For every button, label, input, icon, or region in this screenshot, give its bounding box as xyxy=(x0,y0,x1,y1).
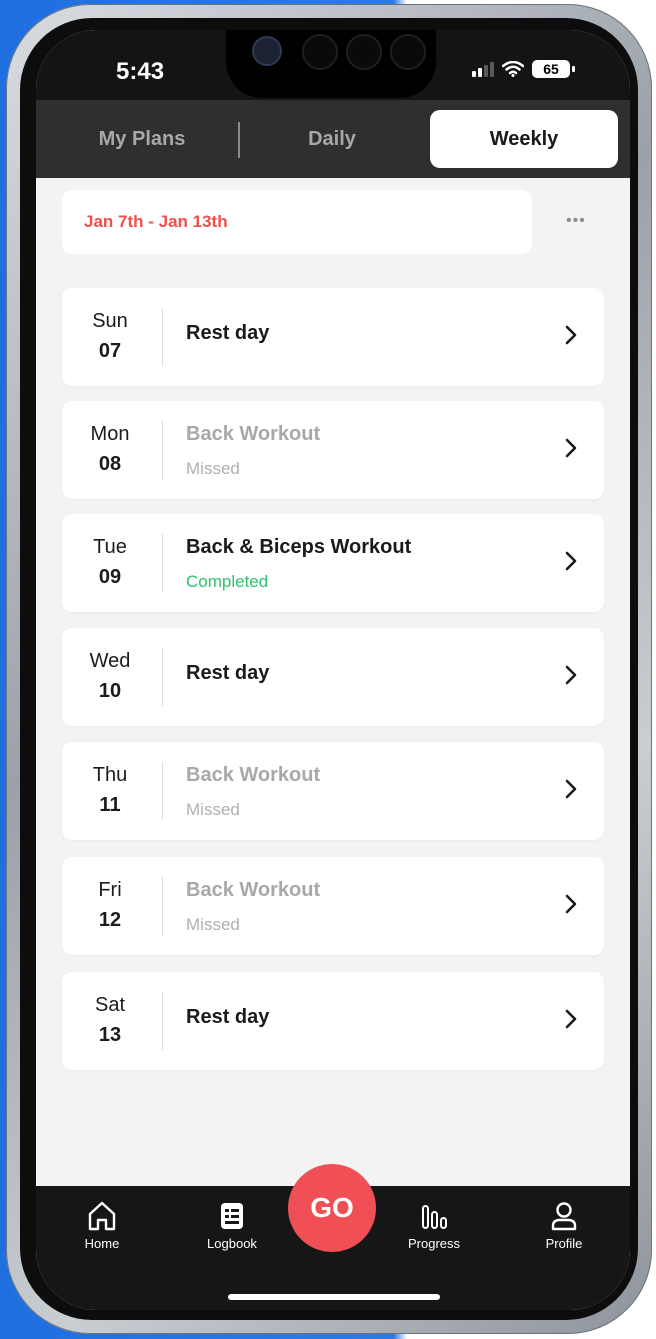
workout-title: Back Workout xyxy=(186,879,321,901)
day-name: Wed xyxy=(89,650,131,672)
sensor-dot-icon xyxy=(390,34,426,70)
workout-title: Back Workout xyxy=(186,764,321,786)
profile-icon xyxy=(551,1202,577,1231)
more-options-icon[interactable]: ••• xyxy=(566,212,586,230)
nav-progress[interactable]: Progress xyxy=(384,1200,484,1251)
status-time: 5:43 xyxy=(116,58,165,85)
day-card-tue[interactable]: Tue 09 Back & Biceps Workout Completed xyxy=(62,514,604,612)
day-date: 08 xyxy=(98,453,122,475)
chevron-right-icon xyxy=(565,325,577,345)
day-divider xyxy=(162,762,163,820)
sensor-dot-icon xyxy=(346,34,382,70)
day-divider xyxy=(162,421,163,479)
day-card-thu[interactable]: Thu 11 Back Workout Missed xyxy=(62,742,604,840)
day-date: 11 xyxy=(99,794,121,816)
status-icons: 65 xyxy=(472,60,575,78)
wifi-icon xyxy=(502,61,524,77)
day-date: 09 xyxy=(98,566,122,588)
camera-icon xyxy=(252,36,282,66)
date-range-label: Jan 7th - Jan 13th xyxy=(84,212,228,231)
tab-divider xyxy=(238,122,240,158)
day-date: 07 xyxy=(98,340,122,362)
nav-label: Profile xyxy=(545,1236,583,1251)
chevron-right-icon xyxy=(565,438,577,458)
home-indicator xyxy=(228,1294,440,1300)
day-name: Thu xyxy=(92,764,128,786)
nav-profile[interactable]: Profile xyxy=(514,1200,614,1251)
day-card-sun[interactable]: Sun 07 Rest day xyxy=(62,288,604,386)
dynamic-island xyxy=(226,30,436,98)
day-card-wed[interactable]: Wed 10 Rest day xyxy=(62,628,604,726)
nav-logbook[interactable]: Logbook xyxy=(182,1200,282,1251)
status-bar: 5:43 65 xyxy=(36,30,630,102)
day-name: Sun xyxy=(92,310,128,332)
day-divider xyxy=(162,534,163,592)
chevron-right-icon xyxy=(565,551,577,571)
chevron-right-icon xyxy=(565,665,577,685)
day-card-mon[interactable]: Mon 08 Back Workout Missed xyxy=(62,401,604,499)
app-screen: 5:43 65 My Plans Daily Weekly Jan 7th - … xyxy=(36,30,630,1310)
sensor-dot-icon xyxy=(302,34,338,70)
day-card-fri[interactable]: Fri 12 Back Workout Missed xyxy=(62,857,604,955)
workout-title: Rest day xyxy=(186,662,270,684)
workout-status: Missed xyxy=(186,915,240,934)
progress-icon xyxy=(422,1205,447,1229)
plan-tabs: My Plans Daily Weekly xyxy=(36,100,630,178)
day-name: Mon xyxy=(90,423,130,445)
day-divider xyxy=(162,648,163,706)
day-name: Tue xyxy=(93,536,127,558)
go-button[interactable]: GO xyxy=(288,1164,376,1252)
logbook-icon xyxy=(221,1203,243,1229)
day-divider xyxy=(162,877,163,935)
workout-status: Missed xyxy=(186,459,240,478)
workout-title: Back Workout xyxy=(186,423,321,445)
nav-home[interactable]: Home xyxy=(52,1200,152,1251)
signal-icon xyxy=(472,61,494,77)
day-date: 13 xyxy=(98,1024,122,1046)
day-name: Sat xyxy=(94,994,126,1016)
workout-title: Rest day xyxy=(186,322,270,344)
nav-label: Progress xyxy=(407,1236,461,1251)
day-card-sat[interactable]: Sat 13 Rest day xyxy=(62,972,604,1070)
nav-label: Logbook xyxy=(207,1236,257,1251)
workout-status: Missed xyxy=(186,800,240,819)
tab-weekly[interactable]: Weekly xyxy=(430,110,618,168)
weekly-content: Jan 7th - Jan 13th ••• Sun 07 Rest day M… xyxy=(36,178,630,1188)
day-date: 12 xyxy=(98,909,122,931)
day-divider xyxy=(162,308,163,366)
day-date: 10 xyxy=(98,680,122,702)
chevron-right-icon xyxy=(565,894,577,914)
tab-my-plans[interactable]: My Plans xyxy=(50,110,234,168)
nav-label: Home xyxy=(84,1236,120,1251)
tab-daily[interactable]: Daily xyxy=(246,110,418,168)
workout-title: Rest day xyxy=(186,1006,270,1028)
day-divider xyxy=(162,992,163,1050)
chevron-right-icon xyxy=(565,1009,577,1029)
battery-icon: 65 xyxy=(532,60,575,78)
date-range-card[interactable]: Jan 7th - Jan 13th xyxy=(62,190,532,254)
day-name: Fri xyxy=(98,879,122,901)
chevron-right-icon xyxy=(565,779,577,799)
workout-title: Back & Biceps Workout xyxy=(186,536,412,558)
home-icon xyxy=(88,1201,116,1231)
workout-status: Completed xyxy=(186,572,269,591)
